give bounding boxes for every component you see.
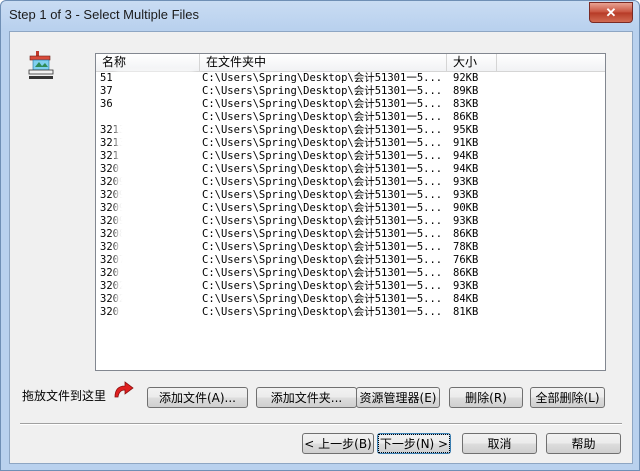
file-folder-cell: C:\Users\Spring\Desktop\会计51301一5... xyxy=(202,215,443,227)
cancel-label: 取消 xyxy=(487,437,512,451)
file-folder-cell: C:\Users\Spring\Desktop\会计51301一5... xyxy=(202,293,443,305)
column-header-folder[interactable]: 在文件夹中 xyxy=(200,54,447,71)
add-files-label: 添加文件(A)... xyxy=(158,391,237,405)
next-button[interactable]: 下一步(N) > xyxy=(377,433,451,454)
back-button[interactable]: < 上一步(B) xyxy=(302,433,374,454)
file-size-cell: 84KB xyxy=(453,293,479,305)
delete-button[interactable]: 删除(R) xyxy=(449,387,523,408)
separator xyxy=(20,423,622,425)
list-header: 名称 在文件夹中 大小 xyxy=(96,54,605,72)
delete-all-label: 全部删除(L) xyxy=(535,391,600,405)
file-folder-cell: C:\Users\Spring\Desktop\会计51301一5... xyxy=(202,241,443,253)
file-size-cell: 93KB xyxy=(453,189,479,201)
file-folder-cell: C:\Users\Spring\Desktop\会计51301一5... xyxy=(202,85,443,97)
delete-all-button[interactable]: 全部删除(L) xyxy=(530,387,605,408)
add-files-button[interactable]: 添加文件(A)... xyxy=(147,387,248,408)
file-size-cell: 94KB xyxy=(453,163,479,175)
title-bar[interactable]: Step 1 of 3 - Select Multiple Files ✕ xyxy=(1,1,639,31)
help-label: 帮助 xyxy=(571,437,596,451)
help-button[interactable]: 帮助 xyxy=(546,433,621,454)
red-curved-arrow-icon xyxy=(114,381,134,398)
redaction-mask xyxy=(116,72,194,322)
file-folder-cell: C:\Users\Spring\Desktop\会计51301一5... xyxy=(202,98,443,110)
file-size-cell: 76KB xyxy=(453,254,479,266)
file-folder-cell: C:\Users\Spring\Desktop\会计51301一5... xyxy=(202,72,443,84)
file-size-cell: 93KB xyxy=(453,176,479,188)
file-folder-cell: C:\Users\Spring\Desktop\会计51301一5... xyxy=(202,280,443,292)
explorer-button[interactable]: 资源管理器(E) xyxy=(356,387,440,408)
file-size-cell: 95KB xyxy=(453,124,479,136)
column-header-name[interactable]: 名称 xyxy=(96,54,200,71)
column-header-size[interactable]: 大小 xyxy=(447,54,497,71)
file-folder-cell: C:\Users\Spring\Desktop\会计51301一5... xyxy=(202,150,443,162)
file-folder-cell: C:\Users\Spring\Desktop\会计51301一5... xyxy=(202,163,443,175)
file-folder-cell: C:\Users\Spring\Desktop\会计51301一5... xyxy=(202,189,443,201)
window-title: Step 1 of 3 - Select Multiple Files xyxy=(9,7,200,22)
file-folder-cell: C:\Users\Spring\Desktop\会计51301一5... xyxy=(202,124,443,136)
file-folder-cell: C:\Users\Spring\Desktop\会计51301一5... xyxy=(202,111,443,123)
close-button[interactable]: ✕ xyxy=(589,2,633,23)
file-size-cell: 92KB xyxy=(453,72,479,84)
file-size-cell: 93KB xyxy=(453,280,479,292)
explorer-label: 资源管理器(E) xyxy=(359,391,437,405)
file-size-cell: 86KB xyxy=(453,267,479,279)
file-folder-cell: C:\Users\Spring\Desktop\会计51301一5... xyxy=(202,254,443,266)
file-folder-cell: C:\Users\Spring\Desktop\会计51301一5... xyxy=(202,176,443,188)
file-size-cell: 89KB xyxy=(453,85,479,97)
file-folder-cell: C:\Users\Spring\Desktop\会计51301一5... xyxy=(202,267,443,279)
add-folder-label: 添加文件夹... xyxy=(270,391,343,405)
file-size-cell: 83KB xyxy=(453,98,479,110)
wizard-body: 名称 在文件夹中 大小 51 C:\Users\Spring\Desktop\会计… xyxy=(9,31,633,464)
cancel-button[interactable]: 取消 xyxy=(462,433,537,454)
back-label: < 上一步(B) xyxy=(304,437,372,451)
wizard-window: Step 1 of 3 - Select Multiple Files ✕ 名称… xyxy=(0,0,640,471)
file-size-cell: 93KB xyxy=(453,215,479,227)
file-size-cell: 90KB xyxy=(453,202,479,214)
file-size-cell: 86KB xyxy=(453,111,479,123)
add-folder-button[interactable]: 添加文件夹... xyxy=(256,387,357,408)
scanner-document-icon xyxy=(28,51,54,79)
file-list[interactable]: 名称 在文件夹中 大小 51 C:\Users\Spring\Desktop\会计… xyxy=(95,53,606,371)
file-folder-cell: C:\Users\Spring\Desktop\会计51301一5... xyxy=(202,306,443,318)
file-folder-cell: C:\Users\Spring\Desktop\会计51301一5... xyxy=(202,202,443,214)
next-label: 下一步(N) > xyxy=(377,434,451,453)
delete-label: 删除(R) xyxy=(465,391,507,405)
file-size-cell: 78KB xyxy=(453,241,479,253)
column-header-blank xyxy=(497,54,605,71)
file-folder-cell: C:\Users\Spring\Desktop\会计51301一5... xyxy=(202,228,443,240)
file-folder-cell: C:\Users\Spring\Desktop\会计51301一5... xyxy=(202,137,443,149)
file-size-cell: 94KB xyxy=(453,150,479,162)
file-size-cell: 81KB xyxy=(453,306,479,318)
file-size-cell: 86KB xyxy=(453,228,479,240)
drop-zone-label: 拖放文件到这里 xyxy=(22,389,107,403)
file-size-cell: 91KB xyxy=(453,137,479,149)
